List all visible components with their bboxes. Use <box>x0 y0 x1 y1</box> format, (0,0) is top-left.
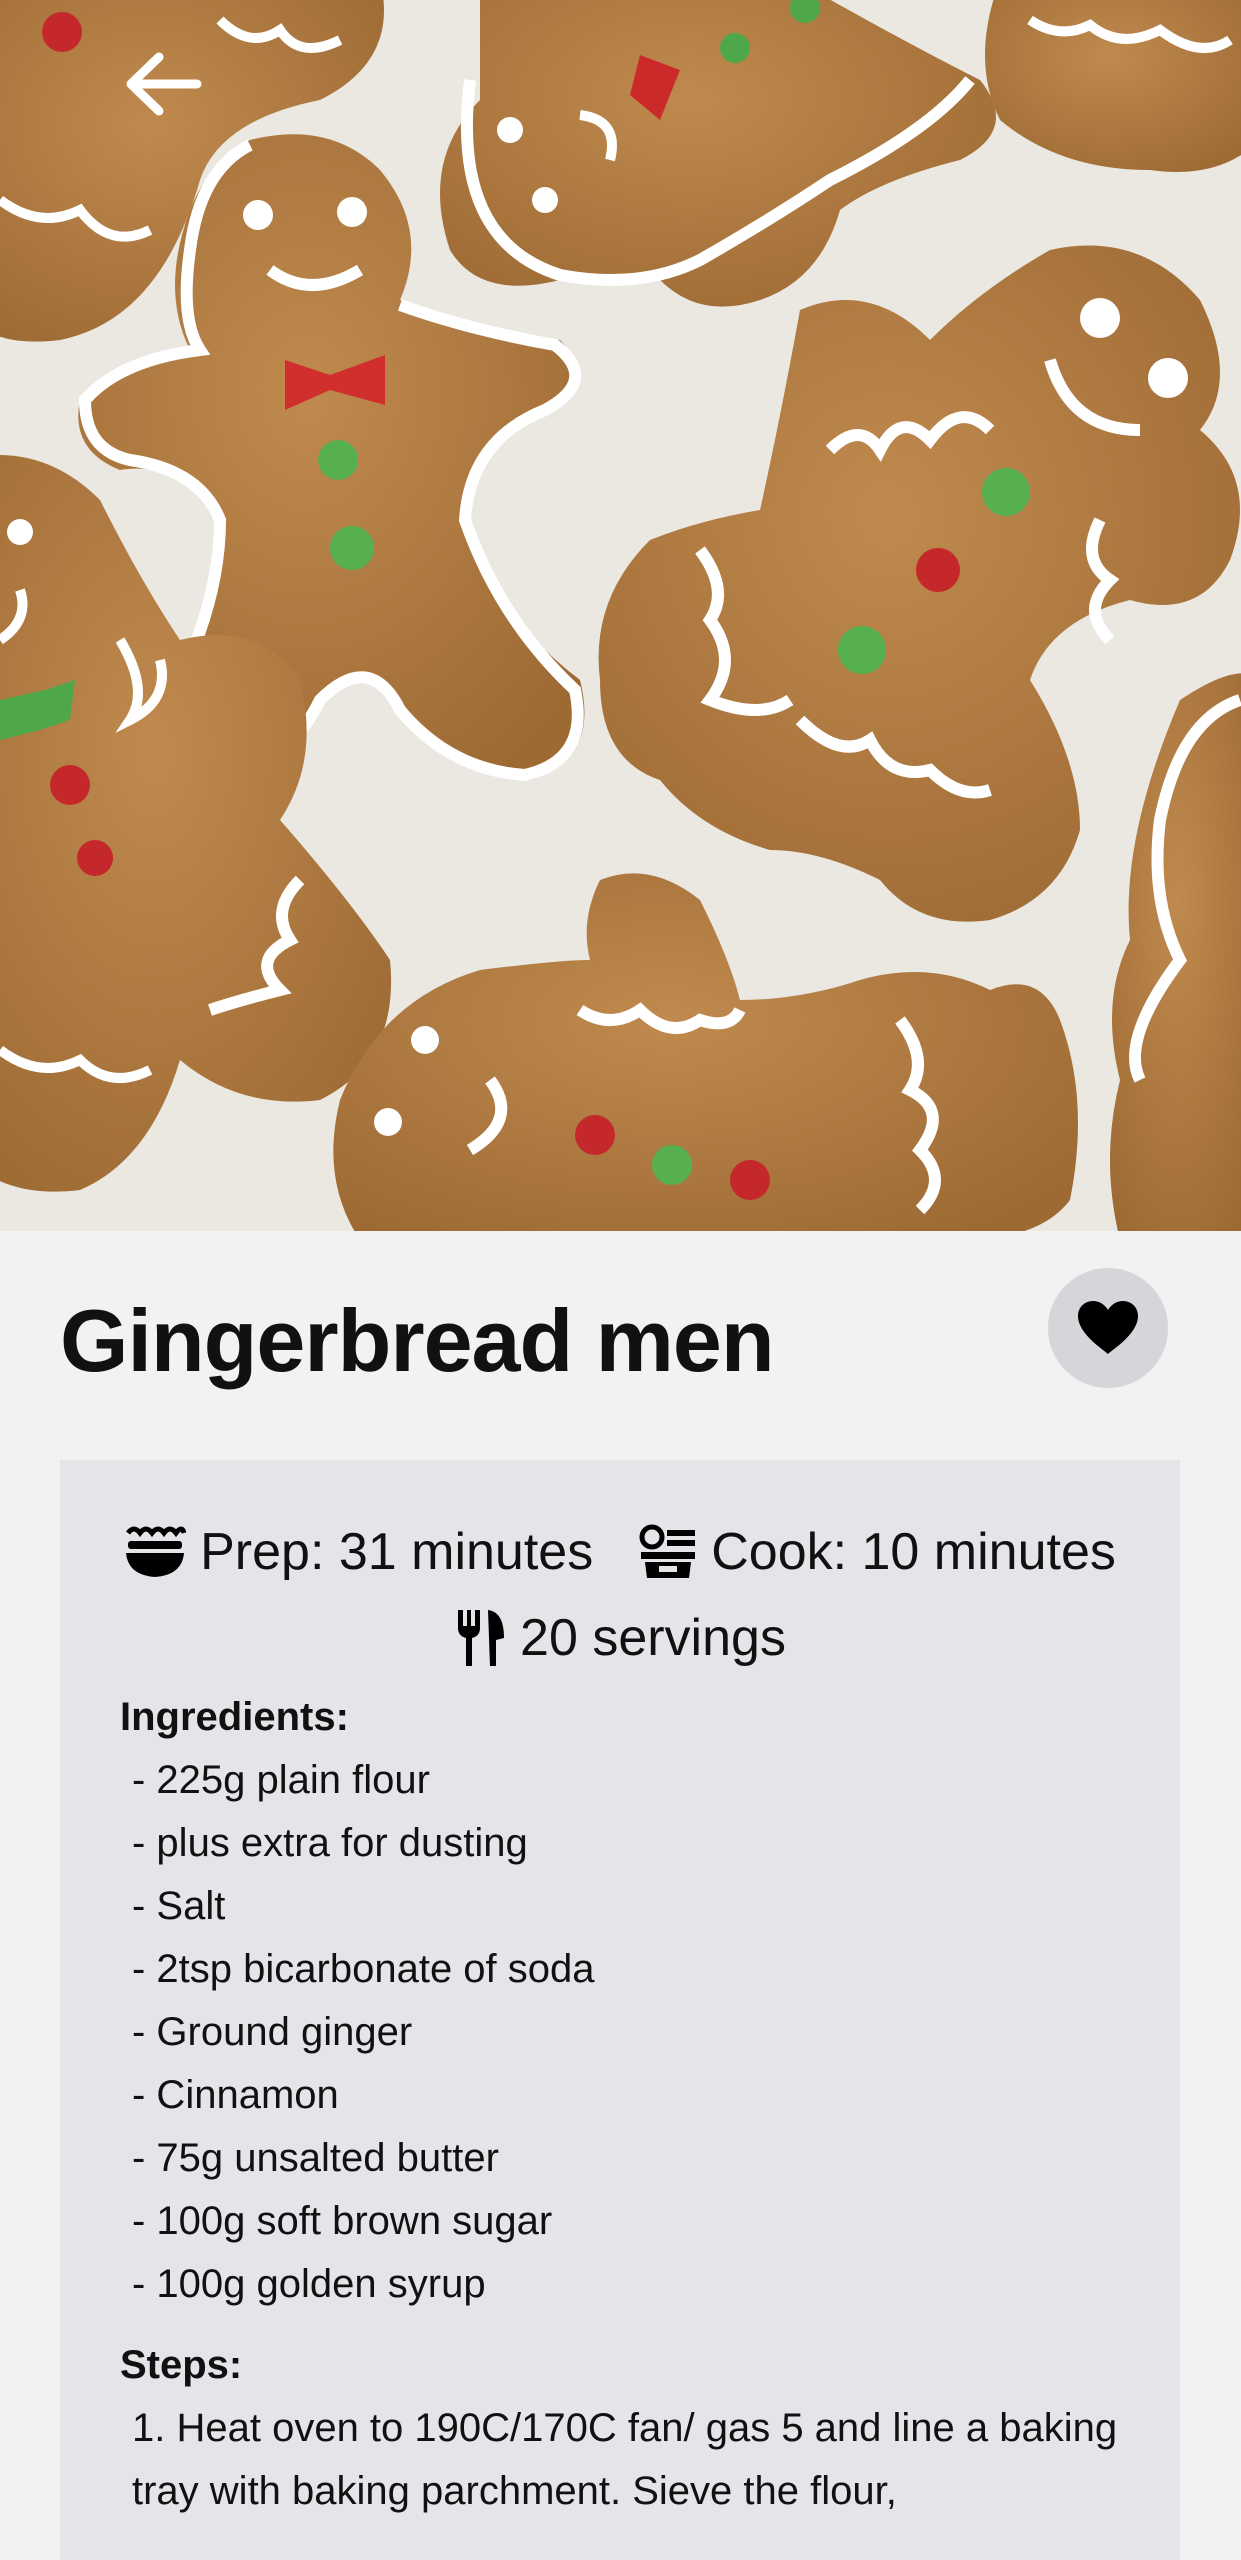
list-item: - 100g golden syrup <box>132 2262 486 2306</box>
list-item: - 2tsp bicarbonate of soda <box>132 1947 595 1991</box>
recipe-title: Gingerbread men <box>60 1291 775 1390</box>
list-item: - Ground ginger <box>132 2010 413 2054</box>
list-item: - Salt <box>132 1884 226 1928</box>
arrow-left-icon <box>126 52 202 116</box>
hero-image <box>0 0 1241 1231</box>
list-item: - 75g unsalted butter <box>132 2136 499 2180</box>
cook-time: Cook: 10 minutes <box>639 1522 1116 1582</box>
cooking-pot-icon <box>639 1524 696 1578</box>
heart-icon <box>1078 1301 1138 1354</box>
list-item: - 100g soft brown sugar <box>132 2199 553 2243</box>
prep-icon <box>126 1526 187 1577</box>
list-item: - Cinnamon <box>132 2073 339 2117</box>
list-item: - 225g plain flour <box>132 1758 430 1802</box>
ingredients-heading: Ingredients: <box>120 1695 349 1739</box>
prep-time: Prep: 31 minutes <box>124 1522 593 1582</box>
time-row: Prep: 31 minutes Cook: 10 minutes <box>120 1522 1120 1582</box>
ingredients-list: - 225g plain flour - plus extra for dust… <box>120 1749 1120 2316</box>
favorite-button[interactable] <box>1048 1268 1168 1388</box>
servings-text: 20 servings <box>520 1609 786 1667</box>
steps-heading: Steps: <box>120 2343 243 2387</box>
servings: 20 servings <box>454 1608 786 1668</box>
cook-time-text: Cook: 10 minutes <box>711 1523 1116 1581</box>
servings-row: 20 servings <box>120 1608 1120 1668</box>
back-button[interactable] <box>118 44 208 124</box>
list-item: - plus extra for dusting <box>132 1821 528 1865</box>
steps-text: 1. Heat oven to 190C/170C fan/ gas 5 and… <box>132 2406 1118 2513</box>
prep-time-text: Prep: 31 minutes <box>200 1523 594 1581</box>
gingerbread-photo <box>0 0 1241 1231</box>
recipe-details-card: Prep: 31 minutes Cook: 10 minutes 20 ser… <box>60 1460 1180 2560</box>
utensils-icon <box>458 1610 505 1666</box>
